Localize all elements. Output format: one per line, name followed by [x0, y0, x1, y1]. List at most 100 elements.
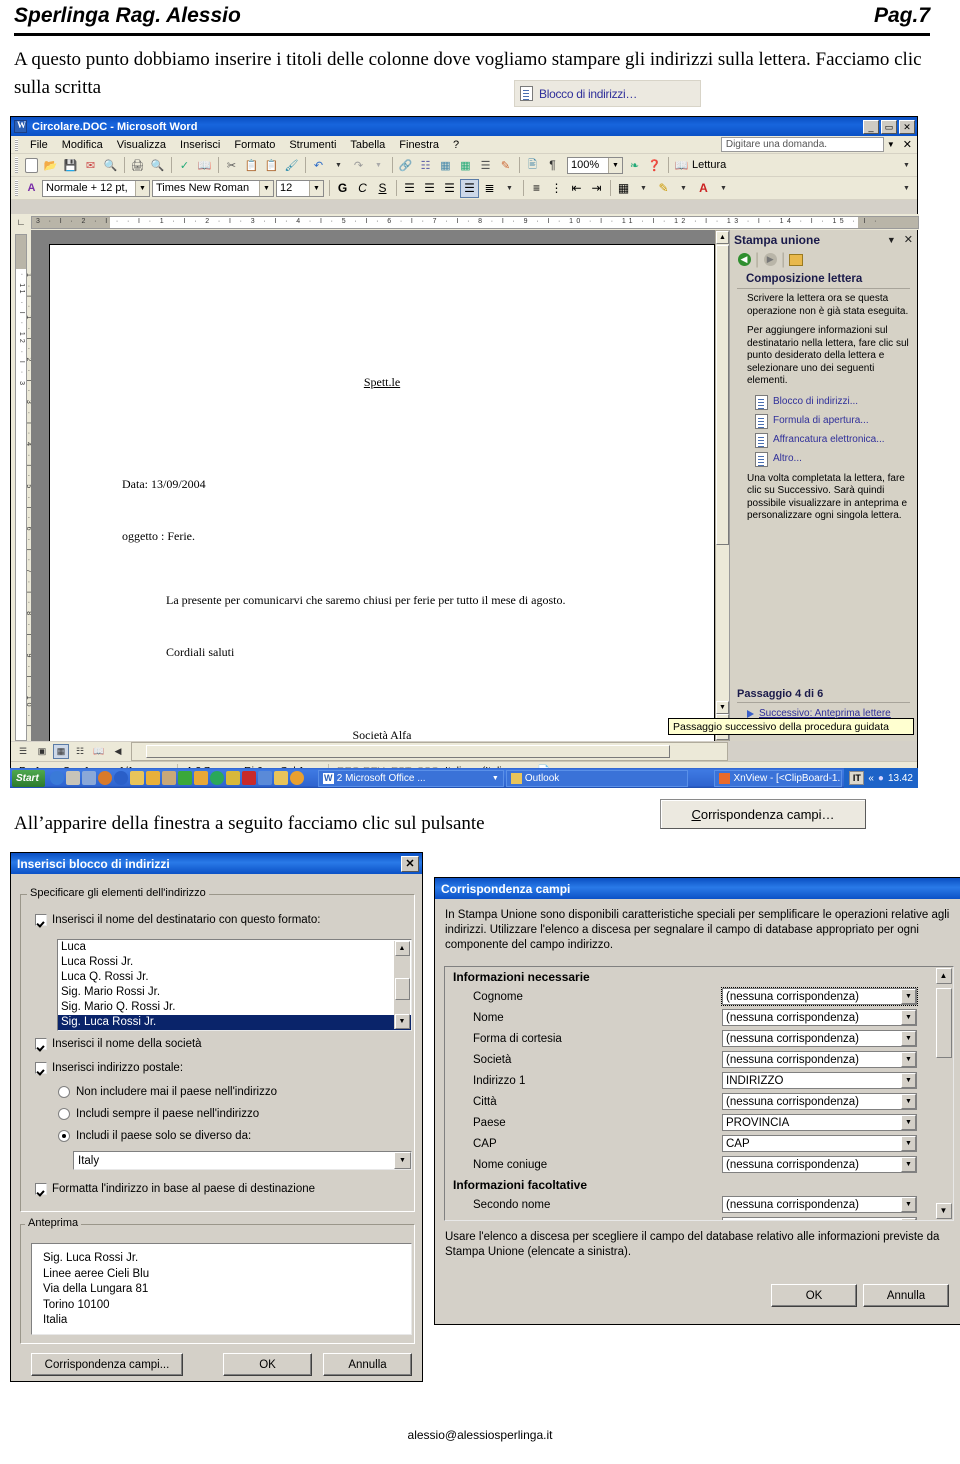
bold-button[interactable]: G — [333, 179, 352, 198]
menu-tabella[interactable]: Tabella — [343, 138, 392, 152]
borders-dropdown-icon[interactable]: ▼ — [634, 179, 653, 198]
field-row-titolo-straniero[interactable]: Titolo straniero (nessuna corrispondenza… — [445, 1215, 953, 1220]
toolbar-grip[interactable] — [15, 157, 18, 173]
chevron-down-icon[interactable]: ▼ — [901, 1115, 916, 1130]
spellcheck-icon[interactable]: ✓ — [175, 156, 194, 175]
checkbox-indirizzo-postale[interactable]: Inserisci indirizzo postale: — [35, 1062, 183, 1074]
checkbox-nome-societa[interactable]: Inserisci il nome della società — [35, 1038, 202, 1050]
quicklaunch-firefox-icon[interactable] — [97, 771, 112, 785]
field-row-nome-coniuge[interactable]: Nome coniuge (nessuna corrispondenza) ▼ — [445, 1154, 953, 1175]
button-annulla[interactable]: Annulla — [323, 1353, 412, 1376]
field-row-secondo-nome[interactable]: Secondo nome (nessuna corrispondenza) ▼ — [445, 1194, 953, 1215]
scroll-down-button[interactable]: ▼ — [935, 1203, 952, 1219]
word-titlebar[interactable]: Circolare.DOC - Microsoft Word _ ▭ ✕ — [11, 117, 917, 136]
numbered-list-icon[interactable]: ≡ — [527, 179, 546, 198]
paste-icon[interactable]: 📋 — [262, 156, 281, 175]
chevron-down-icon[interactable]: ▼ — [901, 1197, 916, 1212]
minimize-button[interactable]: _ — [863, 119, 879, 134]
menu-visualizza[interactable]: Visualizza — [110, 138, 173, 152]
quicklaunch-showdesktop-icon[interactable] — [81, 771, 96, 785]
field-row-cap[interactable]: CAP CAP ▼ — [445, 1133, 953, 1154]
menu-help[interactable]: ? — [446, 138, 466, 152]
button-corrispondenza-campi[interactable]: Corrispondenza campi... — [31, 1353, 183, 1376]
field-select[interactable]: (nessuna corrispondenza) ▼ — [722, 1217, 917, 1220]
insert-table-icon[interactable]: ▦ — [436, 156, 455, 175]
checkbox-box[interactable] — [35, 914, 47, 926]
list-item-selected[interactable]: Sig. Luca Rossi Jr. — [58, 1015, 411, 1030]
field-select[interactable]: (nessuna corrispondenza) ▼ — [722, 1093, 917, 1110]
close-icon[interactable]: ✕ — [904, 233, 913, 246]
chevron-down-icon[interactable]: ▼ — [608, 157, 622, 173]
list-item[interactable]: Luca Q. Rossi Jr. — [58, 970, 411, 985]
document-canvas[interactable]: Spett.le Data: 13/09/2004 oggetto : Feri… — [31, 230, 729, 741]
checkbox-formatta-indirizzo[interactable]: Formatta l'indirizzo in base al paese di… — [35, 1183, 315, 1195]
chevron-down-icon[interactable]: ▼ — [259, 180, 273, 196]
line-spacing-dropdown-icon[interactable]: ▼ — [500, 179, 519, 198]
font-color-icon[interactable]: A — [694, 179, 713, 198]
list-item[interactable]: Sig. Mario Rossi Jr. — [58, 985, 411, 1000]
menu-modifica[interactable]: Modifica — [55, 138, 110, 152]
print-layout-view-icon[interactable]: ▦ — [53, 744, 69, 759]
field-row-citta[interactable]: Città (nessuna corrispondenza) ▼ — [445, 1091, 953, 1112]
underline-button[interactable]: S — [373, 179, 392, 198]
list-item[interactable]: Luca — [58, 940, 411, 955]
zoom-combo[interactable]: 100% ▼ — [567, 156, 623, 174]
toolbar-grip[interactable] — [15, 180, 18, 196]
print-icon[interactable]: 🖨 — [128, 156, 147, 175]
home-button[interactable] — [787, 251, 805, 268]
menu-finestra[interactable]: Finestra — [392, 138, 446, 152]
tray-app-icon[interactable]: ● — [878, 773, 884, 784]
quicklaunch-folder2-icon[interactable] — [273, 771, 288, 785]
field-select[interactable]: (nessuna corrispondenza) ▼ — [722, 1196, 917, 1213]
styles-pane-icon[interactable]: A — [22, 179, 41, 198]
combo-country[interactable]: Italy ▼ — [73, 1151, 412, 1170]
undo-dropdown-icon[interactable]: ▼ — [329, 156, 348, 175]
help-icon[interactable]: ❓ — [645, 156, 664, 175]
radio-button[interactable] — [58, 1108, 70, 1120]
field-select[interactable]: CAP ▼ — [722, 1135, 917, 1152]
task-pane-link-blocco-indirizzi[interactable]: Blocco di indirizzi... — [730, 394, 917, 410]
chevron-down-icon[interactable]: ▼ — [394, 1152, 411, 1169]
task-pane-link-formula-apertura[interactable]: Formula di apertura... — [730, 413, 917, 429]
web-layout-view-icon[interactable]: ▣ — [34, 744, 50, 759]
hscrollbar-thumb[interactable] — [146, 745, 670, 758]
highlight-dropdown-icon[interactable]: ▼ — [674, 179, 693, 198]
align-justify-icon[interactable]: ☰ — [460, 178, 479, 198]
scrollbar-thumb[interactable] — [394, 978, 410, 1000]
field-row-forma-cortesia[interactable]: Forma di cortesia (nessuna corrispondenz… — [445, 1028, 953, 1049]
decrease-indent-icon[interactable]: ⇤ — [567, 179, 586, 198]
columns-icon[interactable]: ☰ — [476, 156, 495, 175]
tray-clock[interactable]: 13.42 — [888, 773, 913, 784]
new-document-icon[interactable] — [25, 157, 38, 173]
increase-indent-icon[interactable]: ⇥ — [587, 179, 606, 198]
field-row-cognome[interactable]: Cognome (nessuna corrispondenza) ▼ — [445, 986, 953, 1007]
field-row-paese[interactable]: Paese PROVINCIA ▼ — [445, 1112, 953, 1133]
format-painter-icon[interactable]: 🖌 — [282, 156, 301, 175]
radio-button-selected[interactable] — [58, 1130, 70, 1142]
scroll-down-button[interactable]: ▼ — [394, 1014, 410, 1029]
reading-layout-view-icon[interactable]: 📖 — [91, 744, 107, 759]
field-select[interactable]: (nessuna corrispondenza) ▼ — [722, 1009, 917, 1026]
chevron-down-icon[interactable]: ▼ — [884, 140, 898, 149]
document-vertical-scrollbar[interactable]: ▲ ▼ ○ ▲ — [715, 230, 730, 741]
menu-file[interactable]: File — [23, 138, 55, 152]
reading-layout-label[interactable]: Lettura — [692, 159, 726, 171]
button-ok[interactable]: OK — [223, 1353, 312, 1376]
chevron-down-icon[interactable]: ▼ — [901, 1218, 916, 1220]
scrollbar-thumb[interactable] — [935, 988, 952, 1058]
line-spacing-icon[interactable]: ≣ — [480, 179, 499, 198]
field-row-indirizzo-1[interactable]: Indirizzo 1 INDIRIZZO ▼ — [445, 1070, 953, 1091]
radio-mai-paese[interactable]: Non includere mai il paese nell'indirizz… — [58, 1086, 277, 1098]
print-preview-icon[interactable]: 🔍 — [148, 156, 167, 175]
field-list-scrollbar[interactable]: ▲ ▼ — [935, 968, 952, 1219]
quicklaunch-app-icon[interactable] — [257, 771, 272, 785]
callout-corrispondenza-campi[interactable]: Corrispondenza campi… — [660, 799, 866, 829]
italic-button[interactable]: C — [353, 179, 372, 198]
quicklaunch-play-icon[interactable] — [289, 771, 304, 785]
hyperlink-icon[interactable]: 🔗 — [396, 156, 415, 175]
menu-inserisci[interactable]: Inserisci — [173, 138, 227, 152]
quicklaunch-ie-icon[interactable] — [49, 771, 64, 785]
radio-button[interactable] — [58, 1086, 70, 1098]
radio-solo-se-diverso[interactable]: Includi il paese solo se diverso da: — [58, 1130, 251, 1142]
list-item[interactable]: Luca Rossi Jr. — [58, 955, 411, 970]
